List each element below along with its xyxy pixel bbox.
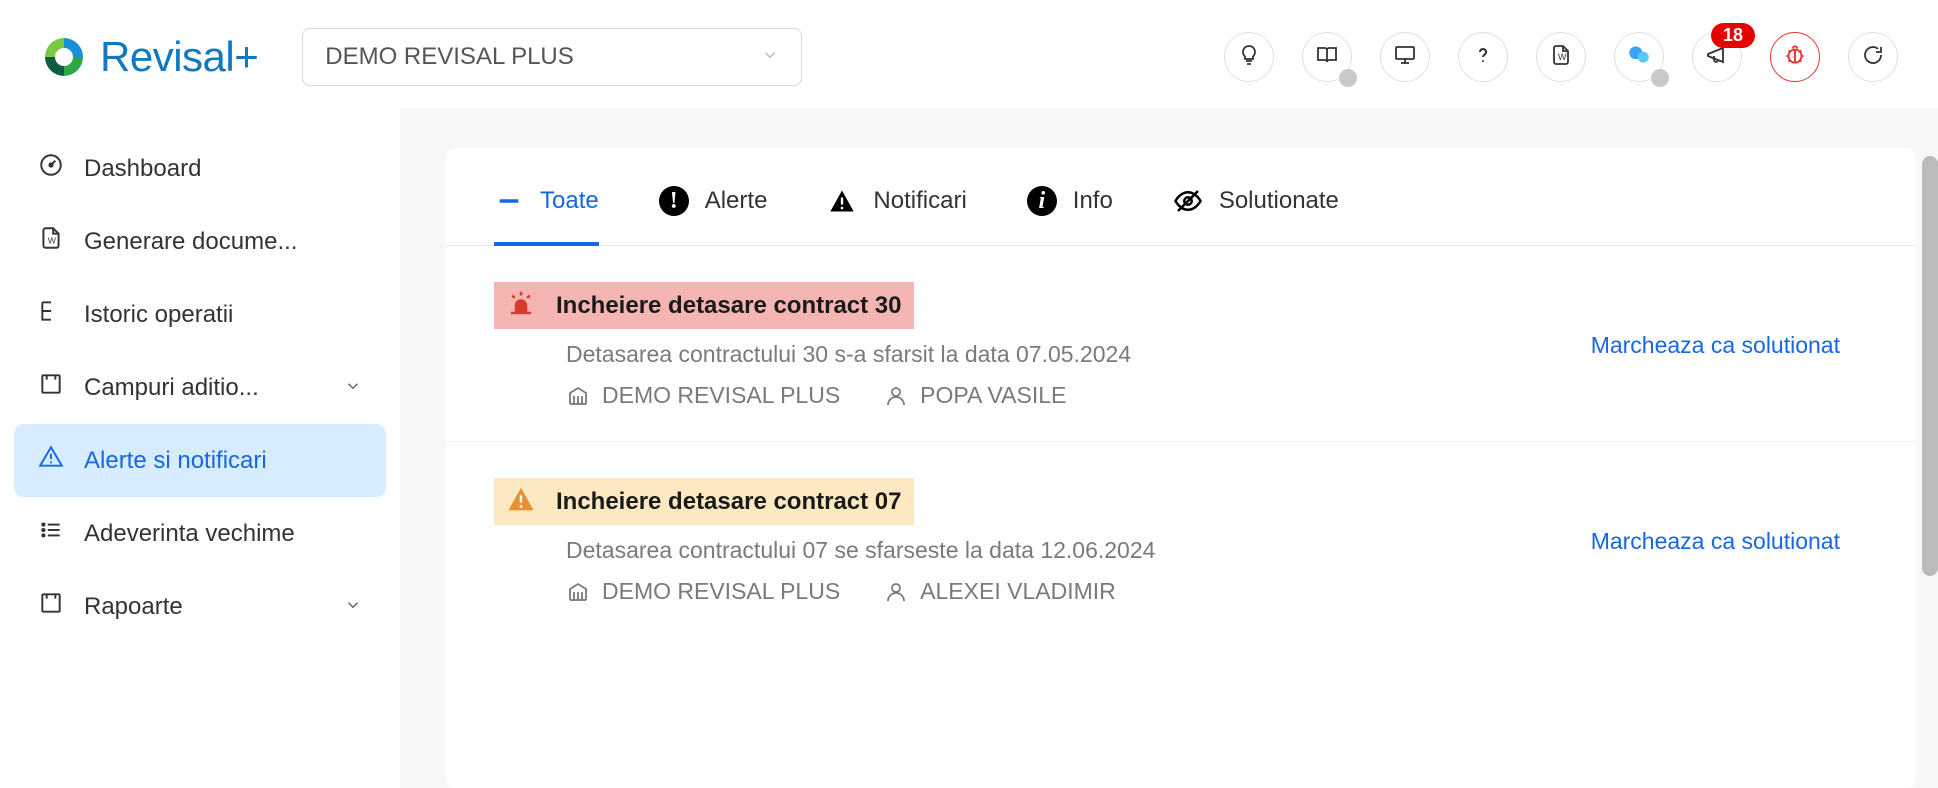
person-icon: [884, 384, 908, 408]
building-icon: [566, 580, 590, 604]
sidebar-item-label: Rapoarte: [84, 593, 183, 621]
header-actions: W 18: [1224, 32, 1898, 82]
warning-icon: [506, 484, 536, 519]
sidebar: Dashboard W Generare docume... Istoric o…: [0, 108, 400, 788]
app-header: Revisal+ DEMO REVISAL PLUS: [0, 0, 1938, 108]
bug-report-button[interactable]: [1770, 32, 1820, 82]
sidebar-item-label: Alerte si notificari: [84, 447, 267, 475]
scroll-thumb[interactable]: [1922, 156, 1938, 576]
sidebar-item-certificate[interactable]: Adeverinta vechime: [14, 497, 386, 570]
list-icon: [38, 517, 64, 550]
sidebar-item-generate-documents[interactable]: W Generare docume...: [14, 205, 386, 278]
building-icon: [566, 384, 590, 408]
alert-triangle-icon: [38, 444, 64, 477]
sidebar-item-label: Istoric operatii: [84, 301, 233, 329]
exclamation-circle-icon: !: [659, 186, 689, 216]
display-button[interactable]: [1380, 32, 1430, 82]
alert-person-value: POPA VASILE: [920, 382, 1066, 409]
chevron-down-icon: [344, 593, 362, 621]
alerts-panel: Toate ! Alerte Notificari i Info: [446, 148, 1916, 788]
question-icon: [1471, 43, 1495, 72]
warning-triangle-icon: [827, 186, 857, 216]
tab-resolved[interactable]: Solutionate: [1173, 176, 1339, 246]
alert-title-bar: Incheiere detasare contract 07: [494, 478, 914, 525]
sidebar-item-label: Dashboard: [84, 155, 201, 183]
main-content: Toate ! Alerte Notificari i Info: [400, 108, 1938, 788]
docs-button[interactable]: [1302, 32, 1352, 82]
tab-notifications[interactable]: Notificari: [827, 176, 966, 246]
sidebar-item-custom-fields[interactable]: Campuri aditio...: [14, 351, 386, 424]
tab-label: Info: [1073, 187, 1113, 215]
alert-description: Detasarea contractului 30 s-a sfarsit la…: [566, 341, 1591, 368]
mark-resolved-button[interactable]: Marcheaza ca solutionat: [1591, 332, 1868, 359]
lightbulb-icon: [1237, 43, 1261, 72]
logo-icon: [40, 33, 88, 81]
scrollbar[interactable]: [1922, 148, 1938, 788]
svg-text:W: W: [48, 235, 57, 245]
tab-label: Alerte: [705, 187, 768, 215]
monitor-icon: [1393, 43, 1417, 72]
sidebar-item-reports[interactable]: Rapoarte: [14, 570, 386, 643]
save-icon: [38, 590, 64, 623]
sidebar-item-label: Campuri aditio...: [84, 374, 259, 402]
document-icon: W: [38, 225, 64, 258]
person-icon: [884, 580, 908, 604]
app-logo: Revisal+: [40, 33, 258, 81]
alert-person-value: ALEXEI VLADIMIR: [920, 578, 1116, 605]
chat-icon: [1626, 42, 1652, 73]
tab-label: Toate: [540, 187, 599, 215]
status-dot-icon: [1651, 69, 1669, 87]
info-circle-icon: i: [1027, 186, 1057, 216]
svg-text:W: W: [1558, 52, 1567, 62]
sidebar-item-label: Generare docume...: [84, 228, 297, 256]
chat-button[interactable]: [1614, 32, 1664, 82]
word-button[interactable]: W: [1536, 32, 1586, 82]
refresh-button[interactable]: [1848, 32, 1898, 82]
tab-all[interactable]: Toate: [494, 176, 599, 246]
bug-icon: [1782, 42, 1808, 73]
alert-title-bar: Incheiere detasare contract 30: [494, 282, 914, 329]
sidebar-item-dashboard[interactable]: Dashboard: [14, 132, 386, 205]
alert-title: Incheiere detasare contract 30: [556, 292, 902, 320]
dash-icon: [494, 186, 524, 216]
alert-person: ALEXEI VLADIMIR: [884, 578, 1116, 605]
tips-button[interactable]: [1224, 32, 1274, 82]
brand-text: Revisal+: [100, 33, 258, 81]
siren-icon: [506, 288, 536, 323]
book-icon: [1315, 43, 1339, 72]
alert-person: POPA VASILE: [884, 382, 1066, 409]
alert-company: DEMO REVISAL PLUS: [566, 382, 840, 409]
tab-alerts[interactable]: ! Alerte: [659, 176, 768, 246]
chevron-down-icon: [761, 43, 779, 71]
company-select[interactable]: DEMO REVISAL PLUS: [302, 28, 802, 86]
alert-row: Incheiere detasare contract 07 Detasarea…: [446, 442, 1916, 637]
help-button[interactable]: [1458, 32, 1508, 82]
chevron-down-icon: [344, 374, 362, 402]
alert-company: DEMO REVISAL PLUS: [566, 578, 840, 605]
alert-company-value: DEMO REVISAL PLUS: [602, 578, 840, 605]
word-doc-icon: W: [1549, 43, 1573, 72]
sidebar-item-alerts[interactable]: Alerte si notificari: [14, 424, 386, 497]
tab-label: Notificari: [873, 187, 966, 215]
notification-badge: 18: [1711, 23, 1755, 48]
tab-label: Solutionate: [1219, 187, 1339, 215]
sidebar-item-history[interactable]: Istoric operatii: [14, 278, 386, 351]
alert-row: Incheiere detasare contract 30 Detasarea…: [446, 246, 1916, 442]
announcements-button[interactable]: 18: [1692, 32, 1742, 82]
tab-info[interactable]: i Info: [1027, 176, 1113, 246]
status-dot-icon: [1339, 69, 1357, 87]
alert-description: Detasarea contractului 07 se sfarseste l…: [566, 537, 1591, 564]
sidebar-item-label: Adeverinta vechime: [84, 520, 295, 548]
gauge-icon: [38, 152, 64, 185]
tabs: Toate ! Alerte Notificari i Info: [446, 176, 1916, 246]
eye-off-icon: [1173, 186, 1203, 216]
company-select-value: DEMO REVISAL PLUS: [325, 43, 574, 71]
history-icon: [38, 298, 64, 331]
form-icon: [38, 371, 64, 404]
alert-title: Incheiere detasare contract 07: [556, 488, 902, 516]
mark-resolved-button[interactable]: Marcheaza ca solutionat: [1591, 528, 1868, 555]
alert-company-value: DEMO REVISAL PLUS: [602, 382, 840, 409]
refresh-icon: [1861, 43, 1885, 72]
